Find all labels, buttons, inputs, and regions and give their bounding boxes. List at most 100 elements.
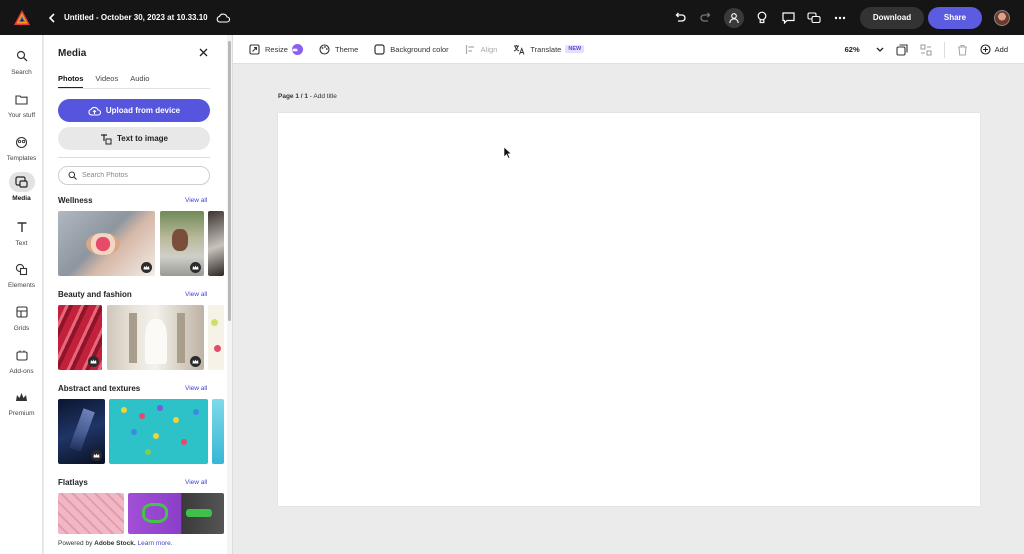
- translate-button[interactable]: Translate NEW: [513, 44, 585, 55]
- rail-label: Elements: [7, 282, 36, 289]
- add-label: Add: [994, 45, 1008, 54]
- comment-icon[interactable]: [776, 6, 800, 30]
- grids-icon: [9, 302, 35, 322]
- search-icon: [9, 46, 35, 66]
- media-icon: [8, 172, 35, 192]
- photo-thumbnail-fitness-flatlay[interactable]: [128, 493, 224, 534]
- align-button[interactable]: Align: [465, 44, 498, 55]
- photo-thumbnail-bicycles-pattern[interactable]: [58, 493, 124, 534]
- rail-label: Add-ons: [9, 368, 34, 375]
- translate-label: Translate: [530, 44, 562, 54]
- rail-label: Grids: [13, 325, 30, 332]
- toolbar-right-group: 62% Add: [845, 35, 1008, 64]
- section-title-abstract-textures: Abstract and textures: [58, 384, 141, 393]
- view-all-wellness-link[interactable]: View all: [185, 197, 207, 204]
- footer-brand: Adobe Stock.: [94, 540, 136, 547]
- resize-label: Resize: [265, 44, 288, 54]
- photo-thumbnail-night-sky[interactable]: [58, 399, 105, 464]
- align-label: Align: [480, 44, 498, 54]
- rail-label: Search: [11, 69, 32, 76]
- share-button[interactable]: Share: [928, 6, 982, 29]
- undo-icon[interactable]: [668, 6, 692, 30]
- theme-label: Theme: [334, 44, 359, 54]
- panel-scrollbar[interactable]: [227, 35, 232, 554]
- stock-attribution: Powered by Adobe Stock. Learn more.: [58, 540, 173, 547]
- resize-icon: [249, 43, 260, 55]
- mouse-cursor-icon: [503, 146, 513, 164]
- rail-item-search[interactable]: Search: [0, 46, 43, 86]
- view-all-beauty-fashion-link[interactable]: View all: [185, 291, 207, 298]
- page-layout-icon[interactable]: [920, 44, 932, 56]
- chat-icon[interactable]: [802, 6, 826, 30]
- rail-item-addons[interactable]: Add-ons: [0, 345, 43, 385]
- photo-thumbnail-lipsticks[interactable]: [58, 305, 102, 370]
- panel-title: Media: [58, 48, 87, 59]
- search-photos-input[interactable]: [82, 172, 202, 179]
- left-rail: Search Your stuff Templates Media Text E…: [0, 35, 43, 554]
- document-title[interactable]: Untitled - October 30, 2023 at 10.33.10: [64, 13, 208, 22]
- rail-item-your-stuff[interactable]: Your stuff: [0, 89, 43, 129]
- more-icon[interactable]: [828, 6, 852, 30]
- rail-item-premium[interactable]: Premium: [0, 387, 43, 427]
- rail-label: Premium: [8, 410, 35, 417]
- rail-item-grids[interactable]: Grids: [0, 302, 43, 342]
- duplicate-page-icon[interactable]: [896, 43, 908, 56]
- search-icon: [68, 171, 77, 180]
- resize-button[interactable]: Resize: [249, 43, 303, 55]
- footer-prefix: Powered by: [58, 540, 95, 547]
- photo-thumbnail-wedding-dress[interactable]: [107, 305, 204, 370]
- add-page-button[interactable]: Add: [980, 44, 1008, 55]
- tab-audio[interactable]: Audio: [130, 74, 149, 89]
- search-photos-field[interactable]: [58, 166, 210, 185]
- delete-page-icon[interactable]: [957, 44, 968, 56]
- top-bar: Untitled - October 30, 2023 at 10.33.10 …: [0, 0, 1024, 35]
- rail-item-templates[interactable]: Templates: [0, 132, 43, 172]
- background-color-label: Background color: [390, 44, 449, 54]
- rail-label: Media: [12, 195, 31, 202]
- upload-from-device-button[interactable]: Upload from device: [58, 99, 210, 122]
- translate-icon: [514, 44, 525, 55]
- text-to-image-button[interactable]: Text to image: [58, 127, 210, 150]
- text-to-image-icon: [101, 133, 112, 144]
- rail-label: Your stuff: [7, 112, 36, 119]
- view-all-abstract-textures-link[interactable]: View all: [185, 385, 207, 392]
- premium-badge-icon: [88, 356, 99, 367]
- view-all-flatlays-link[interactable]: View all: [185, 479, 207, 486]
- rail-item-text[interactable]: Text: [0, 217, 43, 257]
- design-page-canvas[interactable]: [278, 113, 980, 506]
- zoom-dropdown[interactable]: 62%: [845, 45, 884, 54]
- photo-thumbnail-wellness-partial[interactable]: [208, 211, 224, 276]
- rail-item-media[interactable]: Media: [0, 172, 43, 212]
- align-icon: [465, 44, 474, 54]
- background-color-button[interactable]: Background color: [374, 43, 449, 55]
- rail-item-elements[interactable]: Elements: [0, 259, 43, 299]
- photo-thumbnail-beauty-partial[interactable]: [208, 305, 224, 370]
- photo-thumbnail-wellness-person[interactable]: [160, 211, 204, 276]
- addons-icon: [9, 345, 35, 365]
- templates-icon: [9, 132, 35, 152]
- close-icon[interactable]: [199, 46, 208, 60]
- collaborator-icon[interactable]: [724, 7, 744, 28]
- back-icon[interactable]: [44, 10, 60, 26]
- page-number: Page 1 / 1: [278, 93, 308, 100]
- rail-label: Text: [15, 240, 28, 247]
- user-avatar[interactable]: [994, 9, 1010, 26]
- photo-thumbnail-wellness-bowl[interactable]: [58, 211, 155, 276]
- photo-thumbnail-pool-balls[interactable]: [109, 399, 208, 464]
- theme-button[interactable]: Theme: [319, 43, 359, 55]
- upload-cloud-icon: [88, 106, 101, 116]
- toolbar-separator: [943, 41, 945, 58]
- learn-more-link[interactable]: Learn more.: [138, 540, 173, 547]
- text-icon: [9, 217, 35, 237]
- adobe-express-logo[interactable]: [0, 0, 44, 35]
- add-title-link[interactable]: - Add title: [308, 93, 337, 100]
- cloud-icon[interactable]: [216, 13, 230, 23]
- download-button[interactable]: Download: [860, 6, 924, 29]
- photo-thumbnail-abstract-partial[interactable]: [212, 399, 224, 464]
- lightbulb-icon[interactable]: [750, 6, 774, 30]
- panel-scroll-thumb[interactable]: [228, 41, 231, 321]
- tab-photos[interactable]: Photos: [58, 74, 84, 89]
- redo-icon[interactable]: [694, 6, 718, 30]
- chevron-down-icon: [876, 47, 884, 52]
- tab-videos[interactable]: Videos: [95, 74, 118, 89]
